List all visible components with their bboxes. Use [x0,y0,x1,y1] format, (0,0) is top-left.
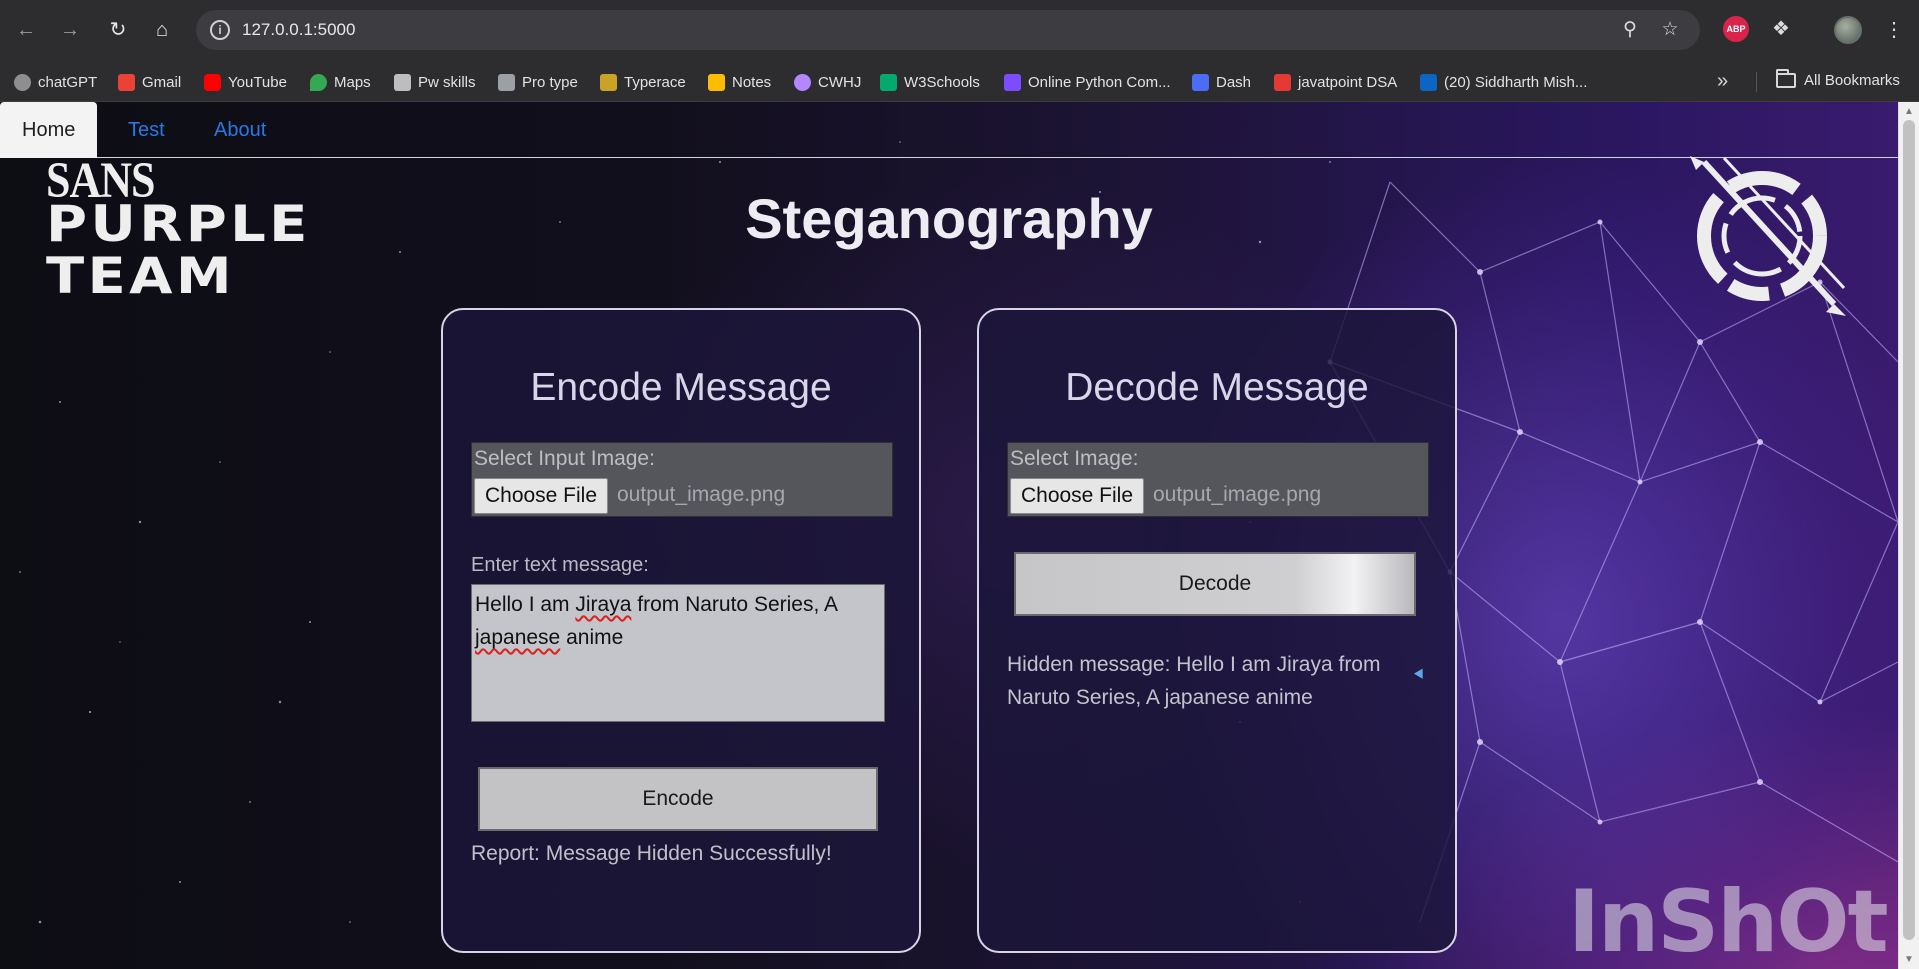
protype-icon [498,73,515,91]
decode-heading: Decode Message [1065,366,1369,409]
page-scrollbar[interactable]: ▲ ▼ [1898,102,1919,969]
message-textarea[interactable]: Hello I am Jiraya from Naruto Series, A … [471,584,885,722]
linkedin-icon [1420,73,1437,91]
encode-button[interactable]: Encode [478,767,878,831]
bookmark-notes[interactable]: Notes [708,72,771,92]
extensions-puzzle-icon[interactable]: ❖ [1768,16,1794,42]
inshot-watermark: InShOt [1568,872,1889,969]
hidden-message-result: Hidden message: Hello I am Jiraya from N… [1007,653,1381,709]
encode-card: Encode Message Select Input Image: Choos… [441,308,921,953]
encode-heading: Encode Message [530,366,832,409]
site-info-icon[interactable]: i [210,20,230,40]
decode-card: Decode Message Select Image: Choose File… [977,308,1457,953]
bookmark-chatgpt[interactable]: chatGPT [14,72,97,92]
decode-file-name: output_image.png [1153,483,1322,506]
decode-button[interactable]: Decode [1014,552,1416,616]
encode-file-name: output_image.png [617,483,786,506]
message-label: Enter text message: [471,554,649,576]
browser-menu-icon[interactable]: ⋮ [1884,16,1904,44]
nav-about[interactable]: About [192,102,288,158]
bookmarks-bar: chatGPT Gmail YouTube Maps Pw skills Pro… [0,60,1919,102]
chatgpt-icon [14,73,31,91]
back-arrow-icon[interactable]: ← [12,16,40,44]
site-navbar: Home Test About [0,102,1898,158]
encode-file-label: Select Input Image: [474,447,655,470]
python-compiler-icon [1004,73,1021,91]
gmail-icon [118,73,135,91]
folder-icon [1776,69,1796,88]
page-viewport: Home Test About SANS PURPLE TEAM Stegano… [0,102,1898,969]
profile-avatar[interactable] [1834,16,1862,44]
decode-file-label: Select Image: [1010,447,1139,470]
bookmark-linkedin[interactable]: (20) Siddharth Mish... [1420,72,1587,92]
page-title: Steganography [745,187,1153,250]
scroll-down-icon[interactable]: ▼ [1904,954,1914,965]
maps-icon [310,73,327,91]
encode-choose-file-button[interactable]: Choose File [474,478,608,514]
javatpoint-icon [1274,73,1291,91]
bookmark-typerace[interactable]: Typerace [600,72,686,92]
bookmark-maps[interactable]: Maps [310,72,371,92]
nav-test[interactable]: Test [106,102,187,158]
decode-file-input[interactable]: Select Image: Choose File output_image.p… [1007,442,1429,517]
adblock-extension-icon[interactable]: ABP [1723,16,1749,42]
bookmark-youtube[interactable]: YouTube [204,72,287,92]
bookmark-pw-skills[interactable]: Pw skills [394,72,476,92]
home-icon[interactable]: ⌂ [148,16,176,44]
zoom-icon[interactable]: ⚲ [1618,18,1642,42]
browser-toolbar: ← → ↻ ⌂ i 127.0.0.1:5000 ⚲ ☆ ABP ❖ ⋮ [0,0,1919,60]
bookmarks-divider [1756,72,1757,92]
encode-report: Report: Message Hidden Successfully! [471,842,832,865]
bookmark-star-icon[interactable]: ☆ [1658,18,1682,42]
bookmark-cwhj[interactable]: CWHJ [794,72,861,92]
bookmark-dash[interactable]: Dash [1192,72,1251,92]
nav-home[interactable]: Home [0,102,98,158]
address-bar-url[interactable]: 127.0.0.1:5000 [242,20,355,40]
all-bookmarks-button[interactable]: All Bookmarks [1776,69,1900,89]
dash-icon [1192,73,1209,91]
pwskills-icon [394,73,411,91]
forward-arrow-icon[interactable]: → [56,16,84,44]
reload-icon[interactable]: ↻ [104,16,132,44]
decode-choose-file-button[interactable]: Choose File [1010,478,1144,514]
bookmark-online-python-compiler[interactable]: Online Python Com... [1004,72,1171,92]
address-bar[interactable]: i 127.0.0.1:5000 ⚲ ☆ [196,10,1700,50]
bookmark-gmail[interactable]: Gmail [118,72,181,92]
typerace-icon [600,73,617,91]
encode-file-input[interactable]: Select Input Image: Choose File output_i… [471,442,893,517]
bookmark-pro-type[interactable]: Pro type [498,72,578,92]
bookmark-w3schools[interactable]: W3Schools [880,72,980,92]
cwhj-icon [794,73,811,91]
scrollbar-thumb[interactable] [1903,120,1915,940]
more-bookmarks-chevron-icon[interactable]: » [1717,70,1728,93]
notes-icon [708,73,725,91]
w3schools-icon [880,73,897,91]
scroll-up-icon[interactable]: ▲ [1904,106,1914,117]
youtube-icon [204,73,221,91]
logo-line-team: TEAM [46,247,235,305]
bookmark-javatpoint-dsa[interactable]: javatpoint DSA [1274,72,1397,92]
